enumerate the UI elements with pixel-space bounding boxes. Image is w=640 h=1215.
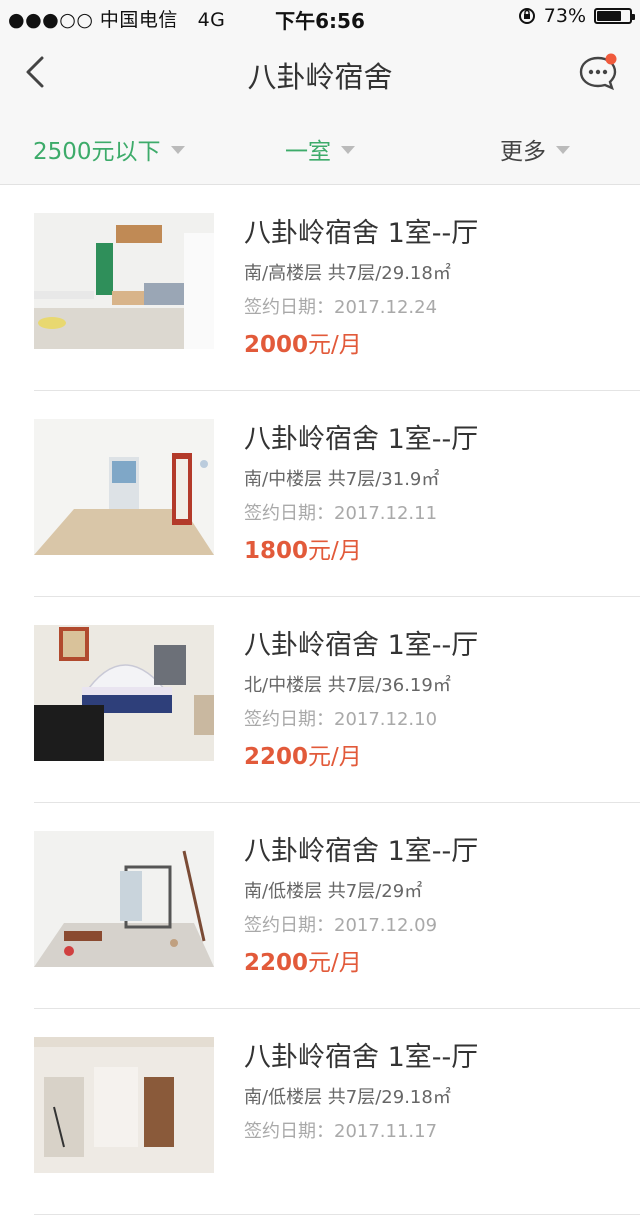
list-item[interactable]: 八卦岭宿舍 1室--厅 南/低楼层 共7层/29.18㎡ 签约日期：2017.1… — [0, 1009, 640, 1215]
listing-title: 八卦岭宿舍 1室--厅 — [244, 218, 479, 249]
rotation-lock-icon — [518, 8, 535, 24]
filter-rooms-label: 一室 — [285, 139, 331, 165]
status-right: 73% — [518, 5, 635, 27]
listing-title: 八卦岭宿舍 1室--厅 — [244, 836, 479, 867]
listing-price: 1800元/月 — [244, 531, 362, 565]
price-value: 2000 — [244, 332, 309, 358]
page-title: 八卦岭宿舍 — [247, 60, 393, 94]
filter-price-label: 2500元以下 — [33, 139, 161, 165]
listing-photo — [34, 625, 214, 761]
listing-photo — [34, 1037, 214, 1173]
list-item[interactable]: 八卦岭宿舍 1室--厅 南/中楼层 共7层/31.9㎡ 签约日期：2017.12… — [0, 391, 640, 597]
battery-percent: 73% — [543, 5, 586, 27]
listing-price: 2000元/月 — [244, 325, 362, 359]
listing-photo — [34, 213, 214, 349]
listing-date: 签约日期：2017.12.11 — [244, 503, 438, 524]
filter-more-label: 更多 — [500, 139, 546, 165]
listing-photo — [34, 831, 214, 967]
dropdown-arrow-icon — [170, 146, 185, 154]
message-icon[interactable] — [578, 52, 618, 92]
listing-price: 2200元/月 — [244, 943, 362, 977]
listing-info: 北/中楼层 共7层/36.19㎡ — [244, 675, 451, 696]
listing-price: 2200元/月 — [244, 737, 362, 771]
price-unit: 元/月 — [308, 538, 362, 564]
list-item[interactable]: 八卦岭宿舍 1室--厅 南/高楼层 共7层/29.18㎡ 签约日期：2017.1… — [0, 185, 640, 391]
filter-rooms[interactable]: 一室 — [285, 132, 355, 166]
list-item[interactable]: 八卦岭宿舍 1室--厅 北/中楼层 共7层/36.19㎡ 签约日期：2017.1… — [0, 597, 640, 803]
price-unit: 元/月 — [308, 950, 362, 976]
listing-info: 南/高楼层 共7层/29.18㎡ — [244, 263, 451, 284]
price-unit: 元/月 — [308, 744, 362, 770]
listing-title: 八卦岭宿舍 1室--厅 — [244, 1042, 479, 1073]
status-bar: ●●●○○ 中国电信 4G 下午6:56 73% — [0, 0, 640, 36]
filter-price[interactable]: 2500元以下 — [33, 132, 185, 166]
listing-info: 南/低楼层 共7层/29.18㎡ — [244, 1087, 451, 1108]
battery-icon — [594, 8, 635, 24]
filter-bar: 2500元以下 一室 更多 — [0, 110, 640, 185]
price-value: 2200 — [244, 744, 309, 770]
listing-title: 八卦岭宿舍 1室--厅 — [244, 424, 479, 455]
list-item[interactable]: 八卦岭宿舍 1室--厅 南/低楼层 共7层/29㎡ 签约日期：2017.12.0… — [0, 803, 640, 1009]
listing-date: 签约日期：2017.11.17 — [244, 1121, 438, 1142]
listing-photo — [34, 419, 214, 555]
price-value: 1800 — [244, 538, 309, 564]
price-unit: 元/月 — [308, 332, 362, 358]
listing-date: 签约日期：2017.12.24 — [244, 297, 438, 318]
price-value: 2200 — [244, 950, 309, 976]
listing-date: 签约日期：2017.12.10 — [244, 709, 438, 730]
notification-dot — [605, 53, 617, 65]
listing-title: 八卦岭宿舍 1室--厅 — [244, 630, 479, 661]
listing-date: 签约日期：2017.12.09 — [244, 915, 438, 936]
listing-list: 八卦岭宿舍 1室--厅 南/高楼层 共7层/29.18㎡ 签约日期：2017.1… — [0, 185, 640, 1215]
dropdown-arrow-icon — [341, 146, 355, 154]
nav-bar: 八卦岭宿舍 — [0, 36, 640, 110]
filter-more[interactable]: 更多 — [500, 132, 570, 166]
dropdown-arrow-icon — [556, 146, 570, 154]
listing-info: 南/中楼层 共7层/31.9㎡ — [244, 469, 440, 490]
listing-info: 南/低楼层 共7层/29㎡ — [244, 881, 423, 902]
